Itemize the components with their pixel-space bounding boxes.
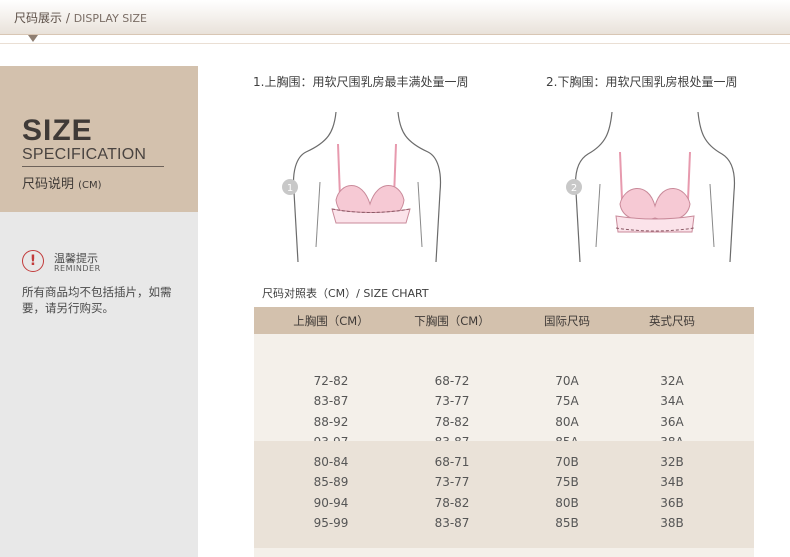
table-cell: 68-71	[434, 455, 470, 469]
table-cell: 80B	[555, 496, 579, 510]
under-bust-illustration: 2	[566, 112, 736, 262]
table-cell: 70B	[555, 455, 579, 469]
table-cell: 70A	[555, 374, 579, 388]
upper-bust-illustration: 1	[282, 112, 442, 262]
table-cell: 34A	[660, 394, 684, 408]
table-cell: 78-82	[434, 496, 470, 510]
table-cell: 34B	[660, 475, 684, 489]
table-cell: 75B	[555, 475, 579, 489]
table-cell: 80A	[555, 415, 579, 429]
exclamation-icon: !	[22, 250, 44, 272]
size-spec-panel: SIZE SPECIFICATION 尺码说明 (CM)	[0, 66, 198, 212]
size-group-b: 80-84 68-71 70B 32B 85-89 73-77 75B 34B …	[254, 441, 754, 548]
reminder-label-en: REMINDER	[54, 264, 101, 273]
table-cell: 78-82	[434, 415, 470, 429]
table-cell: 72-82	[313, 374, 349, 388]
header-bar: 尺码展示 / DISPLAY SIZE	[0, 0, 790, 34]
header-rule	[0, 43, 790, 44]
header-separator: /	[62, 11, 74, 25]
table-cell: 73-77	[434, 475, 470, 489]
table-cell: 85B	[555, 516, 579, 530]
table-cell: 83-87	[313, 394, 349, 408]
table-cell: 80-84	[313, 455, 349, 469]
table-cell: 32B	[660, 455, 684, 469]
table-cell: 83-87	[434, 516, 470, 530]
table-cell: 36B	[660, 496, 684, 510]
header-title-en: DISPLAY SIZE	[73, 12, 147, 25]
table-cell: 95-99	[313, 516, 349, 530]
size-group-c	[254, 548, 754, 557]
size-description-cn: 尺码说明	[22, 177, 75, 192]
step-badge-2-label: 2	[571, 183, 577, 194]
reminder-panel: ! 温馨提示 REMINDER 所有商品均不包括插片，如需要，请另行购买。	[0, 212, 198, 557]
header-uk-size: 英式尺码	[649, 314, 695, 328]
step-under-bust: 2.下胸围：用软尺围乳房根处量一周	[546, 75, 738, 89]
step-upper-bust: 1.上胸围：用软尺围乳房最丰满处量一周	[253, 75, 469, 89]
size-chart-header: 上胸围（CM） 下胸围（CM） 国际尺码 英式尺码	[254, 307, 754, 334]
size-group-a: 72-82 68-72 70A 32A 83-87 73-77 75A 34A …	[254, 334, 754, 449]
size-description-title: 尺码说明 (CM)	[22, 173, 102, 192]
step-badge-1-label: 1	[287, 183, 293, 194]
header-upper-bust: 上胸围（CM）	[293, 314, 369, 328]
table-cell: 32A	[660, 374, 684, 388]
size-description-unit: (CM)	[78, 180, 102, 191]
table-cell: 85-89	[313, 475, 349, 489]
specification-heading: SPECIFICATION	[22, 146, 147, 163]
header-intl-size: 国际尺码	[544, 314, 590, 328]
table-cell: 75A	[555, 394, 579, 408]
spec-underline	[22, 166, 164, 167]
size-chart-caption: 尺码对照表（CM）/ SIZE CHART	[262, 287, 429, 300]
header-title-cn: 尺码展示	[14, 11, 63, 25]
table-cell: 38B	[660, 516, 684, 530]
table-cell: 73-77	[434, 394, 470, 408]
table-cell: 36A	[660, 415, 684, 429]
table-cell: 88-92	[313, 415, 349, 429]
header-pointer-icon	[28, 35, 38, 42]
table-cell: 90-94	[313, 496, 349, 510]
size-heading: SIZE	[22, 114, 93, 147]
reminder-text: 所有商品均不包括插片，如需要，请另行购买。	[22, 285, 172, 315]
header-title: 尺码展示 / DISPLAY SIZE	[14, 9, 147, 26]
size-chart-table: 上胸围（CM） 下胸围（CM） 国际尺码 英式尺码 72-82 68-72 70…	[254, 307, 754, 557]
header-under-bust: 下胸围（CM）	[414, 314, 490, 328]
header-divider	[0, 34, 790, 35]
table-cell: 68-72	[434, 374, 470, 388]
